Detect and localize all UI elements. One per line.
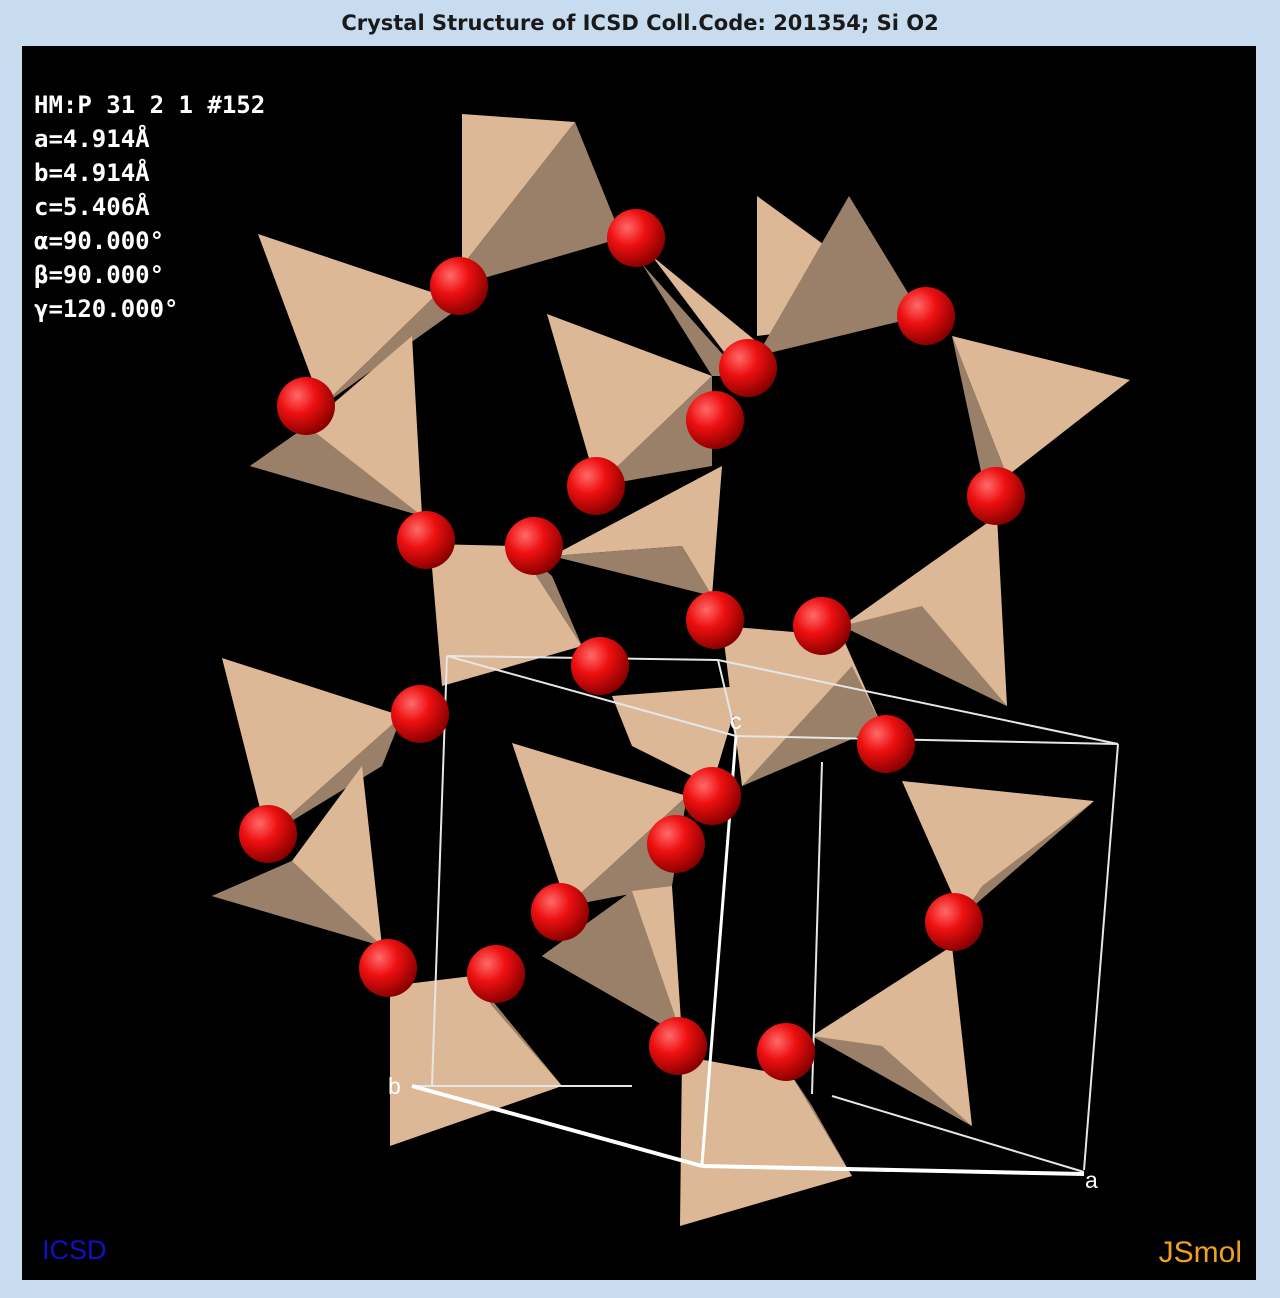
oxygen-atom [277,377,335,435]
axis-label-b: b [388,1073,401,1099]
cell-length-a: a=4.914Å [34,125,150,153]
oxygen-atom [607,209,665,267]
icsd-watermark: ICSD [42,1235,107,1265]
jsmol-logo: JSmol [1158,1236,1242,1269]
oxygen-atom [967,467,1025,525]
cell-length-c: c=5.406Å [34,193,150,221]
oxygen-atom [397,511,455,569]
oxygen-atom [649,1017,707,1075]
cell-length-b: b=4.914Å [34,159,150,187]
tetrahedron-face-light [430,544,582,686]
oxygen-atom [793,597,851,655]
oxygen-atom [647,815,705,873]
space-group-label: HM:P 31 2 1 #152 [34,91,266,119]
axis-b-line [411,1084,703,1168]
window-title: Crystal Structure of ICSD Coll.Code: 201… [341,11,939,35]
oxygen-atom [391,685,449,743]
cell-parameters: HM:P 31 2 1 #152 a=4.914Å b=4.914Å c=5.4… [34,88,265,326]
cell-angle-beta: β=90.000° [34,261,165,289]
oxygen-atom [719,339,777,397]
oxygen-atom [857,715,915,773]
oxygen-atom [686,591,744,649]
oxygen-atom [897,287,955,345]
oxygen-atom [686,391,744,449]
axis-label-a: a [1085,1167,1098,1193]
oxygen-atom [531,883,589,941]
tetrahedron-face-light [812,946,972,1126]
cell-angle-alpha: α=90.000° [34,227,165,255]
oxygen-atom [505,517,563,575]
cell-angle-gamma: γ=120.000° [34,295,179,323]
tetrahedron-face-light [680,1056,852,1226]
oxygen-atom [567,457,625,515]
structure-viewer[interactable]: a b c HM:P 31 2 1 #152 a=4.914Å b=4.914Å… [22,46,1256,1280]
oxygen-atom [683,767,741,825]
oxygen-atom [359,939,417,997]
oxygen-atom [571,637,629,695]
oxygen-atom [925,893,983,951]
unit-cell-edge [1083,743,1119,1171]
oxygen-atom [757,1023,815,1081]
tetrahedron-face-light [902,781,1094,916]
oxygen-atom [467,945,525,1003]
axis-label-c: c [730,708,742,734]
oxygen-atom [239,805,297,863]
oxygen-atom [430,257,488,315]
